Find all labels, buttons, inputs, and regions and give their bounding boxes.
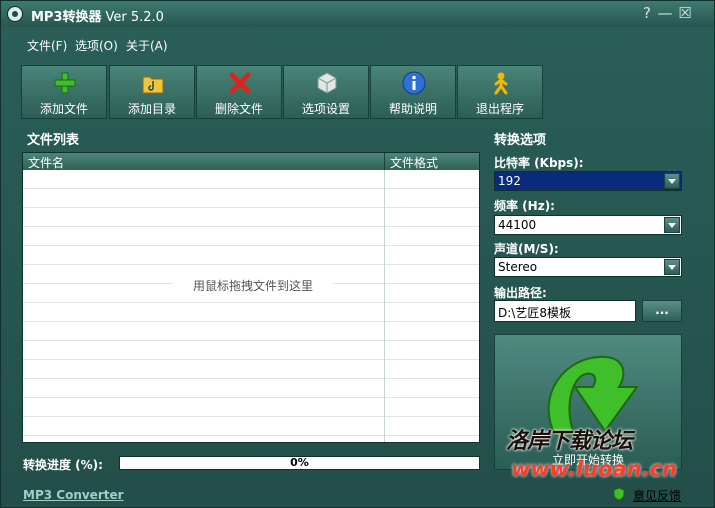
shield-icon bbox=[613, 487, 625, 501]
chevron-down-icon[interactable] bbox=[664, 173, 680, 189]
output-path-label: 输出路径: bbox=[494, 286, 547, 300]
chevron-down-icon[interactable] bbox=[664, 217, 680, 233]
drop-hint: 用鼠标拖拽文件到这里 bbox=[173, 277, 333, 295]
frequency-select[interactable]: 44100 bbox=[494, 215, 682, 235]
add-folder-label: 添加目录 bbox=[127, 102, 176, 116]
exit-runner-icon bbox=[494, 72, 508, 95]
add-file-label: 添加文件 bbox=[39, 102, 88, 116]
progress-bar: 0% bbox=[119, 456, 480, 470]
frequency-value: 44100 bbox=[498, 218, 537, 232]
disc-icon bbox=[7, 6, 23, 22]
column-divider bbox=[384, 170, 385, 442]
delete-file-button[interactable]: 删除文件 bbox=[196, 65, 282, 119]
close-button[interactable]: ☒ bbox=[676, 4, 694, 22]
window-title: MP3转换器 Ver 5.2.0 bbox=[31, 10, 164, 25]
options-title: 转换选项 bbox=[494, 133, 547, 148]
watermark-site-name: 洛岸下载论坛 bbox=[506, 429, 633, 454]
menu-about[interactable]: 关于(A) bbox=[126, 37, 168, 54]
watermark-url: www.luoan.cn bbox=[511, 457, 677, 481]
frequency-label: 频率 (Hz): bbox=[494, 199, 555, 213]
browse-button[interactable]: ... bbox=[642, 300, 682, 322]
bitrate-label: 比特率 (Kbps): bbox=[494, 156, 584, 170]
settings-label: 选项设置 bbox=[301, 102, 350, 116]
help-doc-button[interactable]: 帮助说明 bbox=[370, 65, 456, 119]
progress-text: 0% bbox=[290, 456, 309, 469]
column-format[interactable]: 文件格式 bbox=[390, 154, 438, 171]
menu-file[interactable]: 文件(F) bbox=[27, 37, 67, 54]
delete-icon bbox=[229, 72, 251, 94]
bitrate-value: 192 bbox=[498, 174, 521, 188]
exit-button[interactable]: 退出程序 bbox=[457, 65, 543, 119]
add-folder-button[interactable]: 添加目录 bbox=[109, 65, 195, 119]
column-separator bbox=[384, 153, 385, 170]
add-file-button[interactable]: 添加文件 bbox=[21, 65, 107, 119]
file-list[interactable]: 文件名 文件格式 用鼠标拖拽文件到这里 bbox=[22, 152, 480, 443]
feedback-label: 意见反馈 bbox=[633, 489, 682, 503]
help-doc-label: 帮助说明 bbox=[388, 102, 437, 116]
progress-label: 转换进度 (%): bbox=[23, 458, 103, 472]
info-icon bbox=[402, 71, 426, 95]
file-list-header: 文件名 文件格式 bbox=[23, 153, 479, 171]
column-filename[interactable]: 文件名 bbox=[28, 154, 64, 171]
menu-options[interactable]: 选项(O) bbox=[75, 37, 118, 54]
channel-label: 声道(M/S): bbox=[494, 242, 559, 256]
channel-value: Stereo bbox=[498, 260, 538, 274]
output-path-value: D:\艺匠8模板 bbox=[498, 306, 571, 320]
app-name-link[interactable]: MP3 Converter bbox=[23, 488, 124, 502]
add-file-icon bbox=[54, 72, 76, 94]
bitrate-select[interactable]: 192 bbox=[494, 171, 682, 191]
toolbar: 添加文件 添加目录 删除文件 选项设置 帮助说明 退出程序 bbox=[21, 65, 543, 119]
output-path-input[interactable]: D:\艺匠8模板 bbox=[494, 300, 636, 322]
file-list-rows bbox=[23, 170, 479, 442]
settings-button[interactable]: 选项设置 bbox=[283, 65, 369, 119]
settings-cube-icon bbox=[317, 72, 337, 94]
exit-label: 退出程序 bbox=[475, 102, 524, 116]
chevron-down-icon[interactable] bbox=[664, 259, 680, 275]
file-list-title: 文件列表 bbox=[27, 133, 80, 148]
title-bar[interactable]: MP3转换器 Ver 5.2.0 ? — ☒ bbox=[1, 1, 714, 27]
add-folder-icon bbox=[142, 76, 164, 94]
channel-select[interactable]: Stereo bbox=[494, 257, 682, 277]
delete-file-label: 删除文件 bbox=[214, 102, 263, 116]
minimize-button[interactable]: — bbox=[656, 4, 674, 22]
app-window: MP3转换器 Ver 5.2.0 ? — ☒ 文件(F) 选项(O) 关于(A) … bbox=[0, 0, 715, 508]
help-button[interactable]: ? bbox=[638, 4, 656, 22]
